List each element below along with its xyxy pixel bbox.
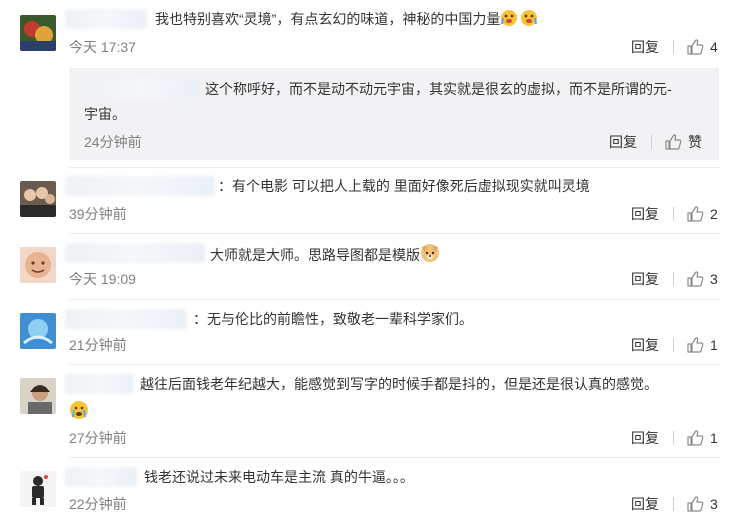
avatar[interactable] [20, 471, 56, 507]
comment-text: 越往后面钱老年纪越大，能感觉到写字的时候手都是抖的，但是还是很认真的感觉。 [140, 376, 658, 392]
like-button[interactable]: 1 [686, 428, 718, 448]
like-button[interactable]: 赞 [664, 132, 702, 152]
avatar[interactable] [20, 378, 56, 414]
like-count: 3 [710, 271, 718, 287]
comment-text: 大师就是大师。思路导图都是模版 [210, 243, 440, 268]
like-button[interactable]: 1 [686, 335, 718, 355]
reply-button[interactable]: 回复 [631, 494, 659, 514]
divider [69, 167, 721, 168]
username[interactable] [65, 243, 205, 263]
avatar[interactable] [20, 15, 56, 51]
like-count: 2 [710, 206, 718, 222]
like-count: 1 [710, 337, 718, 353]
avatar[interactable] [20, 181, 56, 217]
comment-text: 钱老还说过未来电动车是主流 真的牛逼。。。 [144, 469, 414, 485]
divider [69, 364, 721, 365]
timestamp: 24分钟前 [84, 134, 142, 150]
doge-emoji-icon [420, 243, 440, 268]
like-button[interactable]: 4 [686, 37, 718, 57]
timestamp: 27分钟前 [69, 430, 127, 446]
timestamp: 39分钟前 [69, 206, 127, 222]
divider [673, 40, 674, 54]
thumbs-up-icon [686, 270, 704, 288]
thumbs-up-icon [686, 495, 704, 513]
like-count: 1 [710, 430, 718, 446]
divider [673, 272, 674, 286]
avatar[interactable] [20, 313, 56, 349]
avatar[interactable] [20, 247, 56, 283]
like-label: 赞 [688, 134, 702, 150]
like-button[interactable]: 3 [686, 269, 718, 289]
thumbs-up-icon [686, 38, 704, 56]
timestamp: 今天 19:09 [69, 271, 136, 287]
divider [673, 338, 674, 352]
sub-reply-text-continued: 宇宙。 [84, 106, 126, 122]
username[interactable] [65, 9, 147, 29]
username[interactable] [65, 467, 137, 487]
like-count: 3 [710, 496, 718, 512]
thumbs-up-icon [686, 429, 704, 447]
like-count: 4 [710, 39, 718, 55]
comment-text: ：有个电影 可以把人上载的 里面好像死后虚拟现实就叫灵境 [218, 178, 590, 194]
sub-reply-text: 这个称呼好，而不是动不动元宇宙，其实就是很玄的虚拟，而不是所谓的元- [205, 81, 672, 97]
reply-button[interactable]: 回复 [631, 335, 659, 355]
reply-button[interactable]: 回复 [631, 204, 659, 224]
divider [651, 135, 652, 149]
reply-button[interactable]: 回复 [609, 132, 637, 152]
divider [69, 299, 721, 300]
like-button[interactable]: 2 [686, 204, 718, 224]
username[interactable] [65, 309, 187, 329]
divider [673, 207, 674, 221]
like-button[interactable]: 3 [686, 494, 718, 514]
comment-text: ：无与伦比的前瞻性，致敬老一辈科学家们。 [193, 311, 473, 327]
crying-emoji-icon [500, 9, 540, 32]
divider [673, 497, 674, 511]
username[interactable] [65, 374, 133, 394]
username[interactable] [84, 79, 200, 99]
comment-text: 我也特别喜欢“灵境”，有点玄幻的味道，神秘的中国力量 [155, 9, 540, 32]
divider [673, 431, 674, 445]
timestamp: 今天 17:37 [69, 39, 136, 55]
reply-button[interactable]: 回复 [631, 428, 659, 448]
timestamp: 22分钟前 [69, 496, 127, 512]
crying-emoji-icon [69, 400, 89, 425]
thumbs-up-icon [686, 205, 704, 223]
reply-button[interactable]: 回复 [631, 269, 659, 289]
reply-button[interactable]: 回复 [631, 37, 659, 57]
divider [69, 457, 721, 458]
thumbs-up-icon [664, 133, 682, 151]
username[interactable] [65, 176, 215, 196]
divider [69, 233, 721, 234]
timestamp: 21分钟前 [69, 337, 127, 353]
thumbs-up-icon [686, 336, 704, 354]
